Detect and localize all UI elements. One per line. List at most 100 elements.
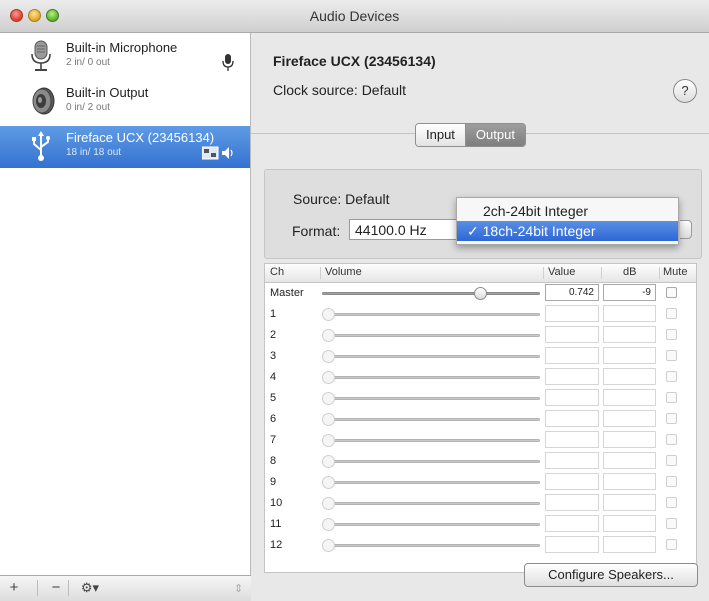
volume-value-field[interactable]: 0.742 [545,284,599,301]
channel-label: 6 [270,413,277,425]
format-dropdown-menu: 2ch-24bit Integer ✓ 18ch-24bit Integer [456,197,679,245]
microphone-icon [31,40,51,71]
tab-input[interactable]: Input [416,124,466,146]
window-title: Audio Devices [309,8,400,24]
device-list-toolbar: + − ⚙▾ ⇕ [0,575,252,601]
mute-checkbox [666,497,677,508]
device-detail-pane: Fireface UCX (23456134) Clock source: De… [251,33,709,601]
input-microphone-icon [222,54,234,71]
column-divider [543,267,544,279]
volume-slider-knob [322,434,335,447]
db-value-field [603,347,656,364]
column-divider [601,267,602,279]
mute-checkbox[interactable] [666,287,677,298]
volume-slider-knob [322,392,335,405]
mute-checkbox [666,413,677,424]
device-list: Built-in Microphone 2 in/ 0 out Built-in… [0,33,251,575]
mute-checkbox [666,455,677,466]
channel-label: 11 [270,518,282,530]
tab-output[interactable]: Output [465,124,525,146]
mute-checkbox [666,539,677,550]
volume-slider-track[interactable] [322,292,540,295]
db-value-field [603,305,656,322]
table-row: 12 [265,535,696,556]
sample-rate-field[interactable]: 44100.0 Hz [349,219,459,240]
channel-label: 2 [270,329,277,341]
mute-checkbox [666,392,677,403]
mute-checkbox [666,308,677,319]
title-bar: Audio Devices [0,0,709,33]
device-item-built-in-output[interactable]: Built-in Output 0 in/ 2 out [0,81,250,123]
resize-grip-icon[interactable]: ⇕ [234,582,243,595]
column-header-ch[interactable]: Ch [270,266,284,278]
table-row: 4 [265,367,696,388]
clock-source-label: Clock source: Default [273,82,407,98]
volume-slider-track [322,502,540,505]
db-value-field [603,431,656,448]
device-name: Built-in Microphone [66,40,178,55]
toolbar-divider [68,580,69,596]
volume-slider-track [322,397,540,400]
table-row: 11 [265,514,696,535]
device-item-fireface-ucx[interactable]: Fireface UCX (23456134) 18 in/ 18 out [0,126,250,168]
table-row: 2 [265,325,696,346]
remove-device-button[interactable]: − [48,578,64,598]
volume-slider-track [322,313,540,316]
format-option-2ch-24bit[interactable]: 2ch-24bit Integer [457,201,678,221]
table-row: 6 [265,409,696,430]
db-value-field [603,515,656,532]
mute-checkbox [666,350,677,361]
channel-label: 10 [270,497,283,509]
table-row: 3 [265,346,696,367]
volume-table: Ch Volume Value dB Mute Master 0.742 -9 1 2 3… [264,263,697,573]
channel-label: 4 [270,371,277,383]
toolbar-divider [37,580,38,596]
volume-slider-knob [322,329,335,342]
column-header-volume[interactable]: Volume [325,266,362,278]
mute-checkbox [666,371,677,382]
volume-value-field [545,305,599,322]
volume-slider-track [322,418,540,421]
usb-icon [32,131,50,161]
add-device-button[interactable]: + [6,578,22,598]
volume-slider-knob[interactable] [474,287,488,300]
volume-slider-track [322,439,540,442]
column-header-db[interactable]: dB [623,266,636,278]
device-io: 0 in/ 2 out [66,102,110,113]
format-option-18ch-24bit[interactable]: ✓ 18ch-24bit Integer [457,221,678,241]
volume-slider-track [322,376,540,379]
column-header-mute[interactable]: Mute [663,266,687,278]
volume-value-field [545,473,599,490]
channel-label: 12 [270,539,283,551]
volume-slider-knob [322,539,335,552]
device-io: 18 in/ 18 out [66,147,122,158]
gear-menu-button[interactable]: ⚙▾ [76,578,104,598]
channel-label: Master [270,287,304,299]
volume-slider-knob [322,308,335,321]
db-value-field[interactable]: -9 [603,284,656,301]
volume-value-field [545,452,599,469]
device-item-built-in-microphone[interactable]: Built-in Microphone 2 in/ 0 out [0,36,250,78]
volume-value-field [545,347,599,364]
column-divider [320,267,321,279]
volume-slider-knob [322,413,335,426]
mute-checkbox [666,434,677,445]
db-value-field [603,410,656,427]
format-label: Format: [292,223,341,239]
volume-value-field [545,494,599,511]
default-device-badge-icon [202,146,233,160]
column-header-value[interactable]: Value [548,266,575,278]
configure-speakers-button[interactable]: Configure Speakers... [524,563,698,587]
help-button[interactable]: ? [673,79,697,103]
volume-slider-track [322,460,540,463]
table-row: 9 [265,472,696,493]
db-value-field [603,389,656,406]
format-popup-edge[interactable] [680,220,692,239]
source-label: Source: Default [293,191,390,207]
db-value-field [603,473,656,490]
channel-label: 9 [270,476,277,488]
volume-value-field [545,326,599,343]
column-divider [659,267,660,279]
volume-slider-knob [322,476,335,489]
db-value-field [603,326,656,343]
